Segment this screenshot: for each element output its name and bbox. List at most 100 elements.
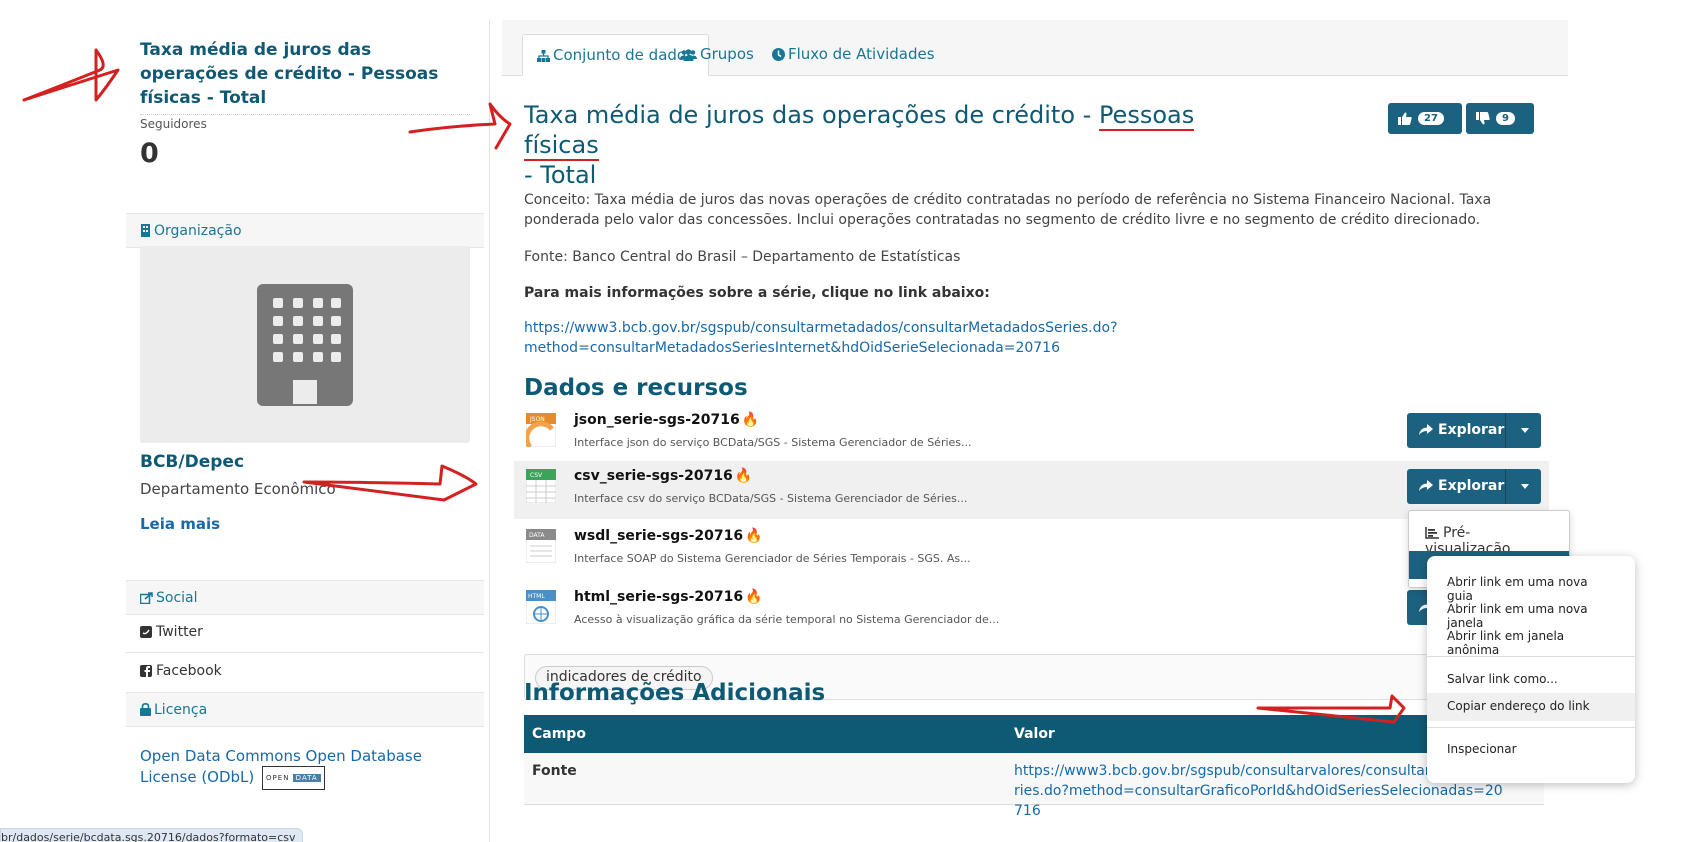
field-cell: Fonte — [532, 763, 577, 779]
clock-icon — [772, 48, 785, 61]
share-arrow-icon — [1419, 424, 1433, 435]
organization-image — [140, 246, 470, 443]
organization-description: Departamento Econômico — [140, 480, 336, 498]
twitter-icon — [140, 626, 152, 638]
dataset-source: Fonte: Banco Central do Brasil – Departa… — [524, 249, 961, 265]
metadata-link-line1: https://www3.bcb.gov.br/sgspub/consultar… — [524, 320, 1118, 336]
divider — [140, 114, 470, 115]
copy-link-address-item[interactable]: Copiar endereço do link — [1427, 693, 1635, 721]
resource-name[interactable]: wsdl_serie-sgs-20716 🔥 — [574, 528, 763, 544]
save-link-as-item[interactable]: Salvar link como... — [1427, 666, 1635, 694]
read-more-link[interactable]: Leia mais — [140, 515, 220, 533]
building-icon — [141, 224, 150, 237]
open-new-window-item[interactable]: Abrir link em uma nova janela — [1427, 596, 1635, 630]
open-data-badge: OPEN DATA — [262, 766, 325, 790]
flame-icon: 🔥 — [745, 589, 763, 605]
resources-heading: Dados e recursos — [524, 375, 748, 401]
dataset-concept: Conceito: Taxa média de juros das novas … — [524, 192, 1492, 228]
followers-count: 0 — [140, 138, 159, 169]
flame-icon: 🔥 — [745, 528, 763, 544]
more-info-label: Para mais informações sobre a série, cli… — [524, 285, 990, 301]
json-file-icon: JSON — [526, 413, 556, 447]
twitter-link[interactable]: Twitter — [140, 624, 203, 640]
dataset-title: Taxa média de juros das operações de cré… — [524, 100, 1244, 190]
facebook-label: Facebook — [156, 663, 222, 679]
tab-groups-label: Grupos — [700, 45, 754, 63]
svg-text:HTML: HTML — [528, 593, 545, 600]
facebook-link[interactable]: Facebook — [140, 663, 222, 679]
tab-activity-stream[interactable]: Fluxo de Atividades — [758, 34, 949, 76]
license-link[interactable]: Open Data Commons Open Database License … — [140, 746, 470, 790]
organization-heading-label: Organização — [154, 223, 242, 239]
resource-item[interactable]: CSV csv_serie-sgs-20716 🔥 Interface csv d… — [514, 461, 1549, 519]
flame-icon: 🔥 — [741, 412, 760, 428]
open-new-tab-item[interactable]: Abrir link em uma nova guia — [1427, 569, 1635, 603]
sidebar-dataset-title: Taxa média de juros das operações de cré… — [140, 40, 439, 108]
twitter-label: Twitter — [156, 624, 203, 640]
license-heading-label: Licença — [154, 702, 208, 718]
divider — [126, 652, 484, 653]
sidebar: Taxa média de juros das operações de cré… — [126, 20, 484, 842]
organization-name[interactable]: BCB/Depec — [140, 452, 244, 472]
resource-description: Interface csv do serviço BCData/SGS - Si… — [574, 492, 968, 505]
organization-heading: Organização — [126, 213, 484, 248]
chevron-down-icon[interactable] — [1521, 484, 1529, 489]
preview-menu-item[interactable]: Pré-visualização — [1409, 520, 1569, 557]
resource-description: Acesso à visualização gráfica da série t… — [574, 613, 1000, 626]
chart-bar-icon — [1425, 527, 1439, 539]
data-file-icon: DATA — [526, 529, 556, 563]
thumbs-up-icon — [1398, 112, 1412, 125]
resource-name[interactable]: html_serie-sgs-20716 🔥 — [574, 589, 763, 605]
social-heading-label: Social — [156, 590, 198, 606]
tab-activity-stream-label: Fluxo de Atividades — [788, 45, 935, 63]
building-icon — [257, 283, 353, 406]
open-incognito-item[interactable]: Abrir link em janela anônima — [1427, 623, 1635, 657]
social-heading: Social — [126, 580, 484, 615]
explore-button[interactable]: Explorar — [1407, 413, 1541, 448]
license-heading: Licença — [126, 692, 484, 727]
dataset-title-part2: - Total — [524, 161, 597, 189]
annotation-arrow — [22, 48, 120, 102]
like-button[interactable]: 27 — [1388, 103, 1462, 134]
facebook-icon — [140, 665, 152, 677]
svg-text:CSV: CSV — [530, 472, 543, 479]
followers-label: Seguidores — [140, 117, 207, 131]
chevron-down-icon[interactable] — [1521, 428, 1529, 433]
status-bar-url: br/dados/serie/bcdata.sgs.20716/dados?fo… — [0, 828, 303, 842]
share-arrow-icon — [1419, 480, 1433, 491]
table-header: Campo Valor — [524, 715, 1544, 753]
csv-file-icon: CSV — [526, 469, 556, 503]
sitemap-icon — [537, 50, 550, 62]
like-count: 27 — [1418, 112, 1444, 125]
resource-item[interactable]: JSON json_serie-sgs-20716 🔥 Interface jso… — [514, 405, 1549, 463]
column-header-field: Campo — [532, 726, 586, 742]
column-divider — [489, 20, 490, 842]
html-file-icon: HTML — [526, 590, 556, 624]
menu-separator — [1427, 727, 1635, 728]
metadata-link[interactable]: https://www3.bcb.gov.br/sgspub/consultar… — [524, 318, 1118, 358]
tabs-bar: Conjunto de dados Grupos Fluxo de Ativid… — [502, 20, 1568, 76]
menu-separator — [1427, 656, 1635, 657]
additional-info-heading: Informações Adicionais — [524, 680, 826, 706]
column-header-value: Valor — [1014, 726, 1055, 742]
explore-button-label: Explorar — [1438, 478, 1505, 494]
resource-description: Interface SOAP do Sistema Gerenciador de… — [574, 552, 971, 565]
table-row: Fonte https://www3.bcb.gov.br/sgspub/con… — [524, 753, 1544, 819]
users-icon — [680, 49, 697, 61]
dislike-count: 9 — [1496, 112, 1515, 125]
resource-description: Interface json do serviço BCData/SGS - S… — [574, 436, 972, 449]
inspect-item[interactable]: Inspecionar — [1427, 736, 1635, 764]
resource-item[interactable]: DATA wsdl_serie-sgs-20716 🔥 Interface SOA… — [514, 521, 1549, 579]
svg-text:DATA: DATA — [529, 532, 545, 539]
lock-icon — [140, 702, 151, 716]
context-menu: Abrir link em uma nova guia Abrir link e… — [1427, 556, 1635, 783]
tab-groups[interactable]: Grupos — [666, 34, 768, 76]
resource-name[interactable]: json_serie-sgs-20716 🔥 — [574, 412, 759, 428]
dislike-button[interactable]: 9 — [1466, 103, 1534, 134]
additional-info-table: Campo Valor Fonte https://www3.bcb.gov.b… — [524, 715, 1544, 819]
explore-button-label: Explorar — [1438, 422, 1505, 438]
share-icon — [139, 592, 153, 605]
resource-name[interactable]: csv_serie-sgs-20716 🔥 — [574, 468, 752, 484]
resource-item[interactable]: HTML html_serie-sgs-20716 🔥 Acesso à visu… — [514, 582, 1549, 640]
explore-button[interactable]: Explorar — [1407, 469, 1541, 504]
